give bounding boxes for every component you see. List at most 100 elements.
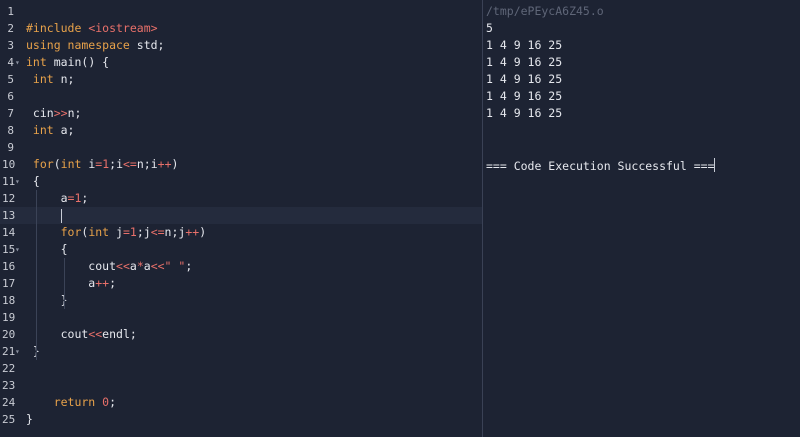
line-number: 12 — [2, 192, 16, 205]
code-token: using namespace — [26, 38, 137, 52]
code-line[interactable]: 5 int n; — [0, 71, 482, 88]
line-number: 21 — [2, 345, 16, 358]
code-token: } — [26, 344, 40, 358]
code-token: cin — [26, 106, 54, 120]
line-number: 18 — [2, 294, 16, 307]
output-line: === Code Execution Successful === — [486, 158, 716, 173]
code-text: a++; — [26, 275, 116, 292]
code-token: ) — [199, 225, 207, 239]
code-line[interactable]: 6 — [0, 88, 482, 105]
code-line[interactable]: 8 int a; — [0, 122, 482, 139]
chevron-down-icon[interactable]: ▾ — [15, 54, 20, 71]
code-text: } — [26, 292, 68, 309]
code-token: a; — [60, 123, 75, 137]
chevron-down-icon[interactable]: ▾ — [15, 241, 20, 258]
line-number: 22 — [2, 362, 16, 375]
code-line[interactable]: 25} — [0, 411, 482, 428]
code-line[interactable]: 4 ▾ int main() { — [0, 54, 482, 71]
chevron-down-icon[interactable]: ▾ — [15, 173, 20, 190]
code-text: { — [26, 173, 40, 190]
code-token: =1 — [122, 225, 137, 239]
code-line[interactable]: 18 } — [0, 292, 482, 309]
code-token: j — [116, 225, 123, 239]
code-line[interactable]: 16 cout<<a*a<<" "; — [0, 258, 482, 275]
code-line[interactable]: 19 — [0, 309, 482, 326]
code-line[interactable]: 14 for(int j=1;j<=n;j++) — [0, 224, 482, 241]
code-token: int — [26, 123, 61, 137]
code-text: for(int j=1;j<=n;j++) — [26, 224, 207, 241]
code-token: << — [150, 259, 165, 273]
code-text: using namespace std; — [26, 37, 164, 54]
line-number: 13 — [2, 209, 16, 222]
code-text: cout<<a*a<<" "; — [26, 258, 192, 275]
line-number: 25 — [2, 413, 16, 426]
output-line: 5 — [486, 21, 493, 35]
code-editor[interactable]: 1 2 #include <iostream> 3 using namespace st… — [0, 0, 482, 437]
line-number: 7 — [7, 107, 14, 120]
output-line: 1 4 9 16 25 — [486, 55, 563, 69]
code-line[interactable]: 17 a++; — [0, 275, 482, 292]
code-line[interactable]: 10 for(int i=1;i<=n;i++) — [0, 156, 482, 173]
code-line[interactable]: 12 a=1; — [0, 190, 482, 207]
code-line[interactable]: 11 ▾ { — [0, 173, 482, 190]
line-number: 5 — [7, 73, 14, 86]
code-line[interactable]: 23 — [0, 377, 482, 394]
code-token: { — [26, 242, 68, 256]
code-token: << — [88, 327, 103, 341]
line-number: 17 — [2, 277, 16, 290]
code-line[interactable]: 24 return 0; — [0, 394, 482, 411]
code-token: main() { — [53, 55, 110, 69]
code-token: endl; — [102, 327, 137, 341]
code-token: ;i — [109, 157, 123, 171]
output-line: 1 4 9 16 25 — [486, 106, 563, 120]
line-number: 16 — [2, 260, 16, 273]
code-token: a — [143, 259, 151, 273]
code-text: } — [26, 343, 40, 360]
code-token: } — [26, 293, 68, 307]
code-token: n; — [67, 106, 82, 120]
code-text: int a; — [26, 122, 75, 139]
code-token: =1 — [95, 157, 110, 171]
code-line[interactable]: 3 using namespace std; — [0, 37, 482, 54]
code-token: * — [136, 259, 144, 273]
line-number: 6 — [7, 90, 14, 103]
code-token: cout — [26, 259, 117, 273]
code-line[interactable]: 21 ▾ } — [0, 343, 482, 360]
indent-guide — [36, 190, 37, 360]
code-token: " " — [164, 259, 186, 273]
line-number: 1 — [7, 5, 14, 18]
line-number: 15 — [2, 243, 16, 256]
code-line[interactable]: 2 #include <iostream> — [0, 20, 482, 37]
output-line: 1 4 9 16 25 — [486, 72, 563, 86]
line-number: 3 — [7, 39, 14, 52]
code-token: ; — [109, 395, 117, 409]
code-text: for(int i=1;i<=n;i++) — [26, 156, 179, 173]
code-text: return 0; — [26, 394, 116, 411]
output-panel[interactable]: /tmp/ePEycA6Z45.o 5 1 4 9 16 25 1 4 9 16 2… — [483, 0, 800, 437]
code-line[interactable]: 15 ▾ { — [0, 241, 482, 258]
line-number: 14 — [2, 226, 16, 239]
output-cursor — [714, 158, 716, 172]
code-line[interactable]: 20 cout<<endl; — [0, 326, 482, 343]
code-token: int — [60, 157, 89, 171]
code-token: a — [26, 191, 68, 205]
code-token: for — [26, 225, 82, 239]
code-token: ; — [81, 191, 89, 205]
code-token: >> — [53, 106, 68, 120]
code-line[interactable]: 7 cin>>n; — [0, 105, 482, 122]
chevron-down-icon[interactable]: ▾ — [15, 343, 20, 360]
code-line[interactable]: 1 — [0, 3, 482, 20]
code-line[interactable]: 22 — [0, 360, 482, 377]
line-number: 23 — [2, 379, 16, 392]
code-token: n;i — [136, 157, 158, 171]
code-token: ( — [53, 157, 61, 171]
output-file-path: /tmp/ePEycA6Z45.o — [486, 4, 604, 18]
code-text: int main() { — [26, 54, 109, 71]
code-line[interactable]: 13 — [0, 207, 482, 224]
code-token: ; — [185, 259, 193, 273]
code-text: cout<<endl; — [26, 326, 137, 343]
code-token: ; — [109, 276, 117, 290]
code-token: int — [26, 72, 61, 86]
code-line[interactable]: 9 — [0, 139, 482, 156]
code-token: std; — [136, 38, 165, 52]
